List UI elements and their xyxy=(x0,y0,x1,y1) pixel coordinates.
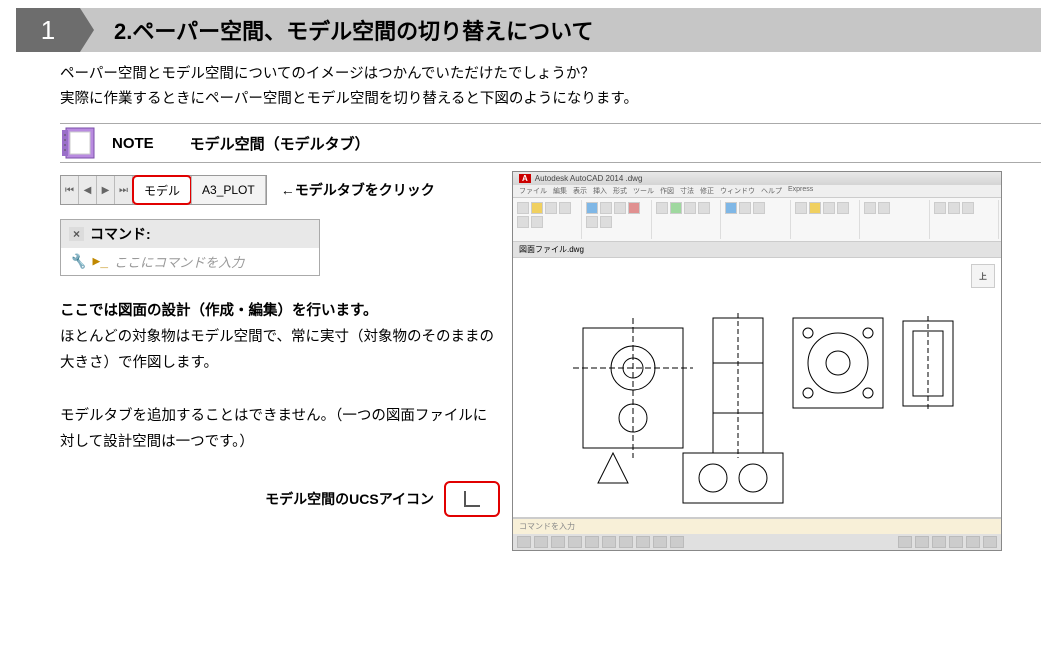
body-p1: ほとんどの対象物はモデル空間で、常に実寸（対象物のそのままの大きさ）で作図します… xyxy=(60,324,500,376)
body-text: ここでは図面の設計（作成・編集）を行います。 ほとんどの対象物はモデル空間で、常… xyxy=(60,298,500,455)
note-bar: NOTE モデル空間（モデルタブ） xyxy=(60,123,1041,163)
section-header: 1 2.ペーパー空間、モデル空間の切り替えについて xyxy=(16,8,1041,52)
ucs-label: モデル空間のUCSアイコン xyxy=(265,489,434,509)
menu-item[interactable]: Express xyxy=(788,186,813,196)
menu-item[interactable]: 修正 xyxy=(700,186,714,196)
tab-nav-first-icon[interactable]: ⏮ xyxy=(61,176,79,204)
command-input[interactable]: ここにコマンドを入力 xyxy=(114,252,244,271)
intro-paragraph: ペーパー空間とモデル空間についてのイメージはつかんでいただけたでしょうか？ 実際… xyxy=(60,62,997,111)
viewcube[interactable]: 上 xyxy=(971,264,995,288)
menu-item[interactable]: 寸法 xyxy=(680,186,694,196)
autocad-window: A Autodesk AutoCAD 2014 .dwg ファイル 編集 表示 … xyxy=(512,171,1002,551)
command-line-panel: × コマンド: 🔧 ▶_ ここにコマンドを入力 xyxy=(60,219,320,276)
menu-item[interactable]: ファイル xyxy=(519,186,547,196)
cad-command-line[interactable]: コマンドを入力 xyxy=(513,518,1001,534)
drawing-part xyxy=(898,316,958,411)
note-text: モデル空間（モデルタブ） xyxy=(190,133,370,154)
cad-titlebar: A Autodesk AutoCAD 2014 .dwg xyxy=(513,172,1001,185)
tab-nav-next-icon[interactable]: ▶ xyxy=(97,176,115,204)
body-p2: モデルタブを追加することはできません。（一つの図面ファイルに対して設計空間は一つ… xyxy=(60,403,500,455)
tab-model-label: モデル xyxy=(144,182,180,199)
cad-title-text: Autodesk AutoCAD 2014 .dwg xyxy=(535,174,643,183)
tab-layout-label: A3_PLOT xyxy=(202,183,255,197)
section-title: 2.ペーパー空間、モデル空間の切り替えについて xyxy=(80,8,1041,52)
menu-item[interactable]: ヘルプ xyxy=(761,186,782,196)
menu-item[interactable]: ツール xyxy=(633,186,654,196)
intro-line-2: 実際に作業するときにペーパー空間とモデル空間を切り替えると下図のようになります。 xyxy=(60,87,997,112)
drawing-part xyxy=(788,313,888,413)
wrench-icon[interactable]: 🔧 xyxy=(69,253,86,270)
menu-item[interactable]: 形式 xyxy=(613,186,627,196)
drawing-part xyxy=(593,448,633,488)
prompt-icon: ▶_ xyxy=(92,254,108,269)
menu-item[interactable]: ウィンドウ xyxy=(720,186,755,196)
menu-item[interactable]: 作図 xyxy=(660,186,674,196)
cad-status-bar xyxy=(513,534,1001,550)
tab-caption: ←モデルタブをクリック xyxy=(281,180,435,200)
body-title: ここでは図面の設計（作成・編集）を行います。 xyxy=(60,298,500,324)
ucs-icon xyxy=(460,487,484,511)
tab-model[interactable]: モデル xyxy=(133,176,191,204)
tab-nav-prev-icon[interactable]: ◀ xyxy=(79,176,97,204)
notebook-icon xyxy=(60,126,96,160)
layout-tab-strip: ⏮ ◀ ▶ ⏭ モデル A3_PLOT xyxy=(60,175,267,205)
intro-line-1: ペーパー空間とモデル空間についてのイメージはつかんでいただけたでしょうか？ xyxy=(60,62,997,87)
app-logo-icon: A xyxy=(519,174,531,183)
section-number: 1 xyxy=(16,8,80,52)
close-icon[interactable]: × xyxy=(69,227,84,241)
command-label: コマンド: xyxy=(90,224,151,244)
ucs-icon-highlight xyxy=(444,481,500,517)
note-label: NOTE xyxy=(112,135,154,152)
cad-menu-bar: ファイル 編集 表示 挿入 形式 ツール 作図 寸法 修正 ウィンドウ ヘルプ … xyxy=(513,185,1001,198)
drawing-part xyxy=(678,448,788,508)
cad-canvas[interactable]: 上 xyxy=(513,258,1001,518)
tab-nav-last-icon[interactable]: ⏭ xyxy=(115,176,133,204)
drawing-part xyxy=(708,313,768,458)
menu-item[interactable]: 編集 xyxy=(553,186,567,196)
cad-ribbon xyxy=(513,198,1001,242)
menu-item[interactable]: 挿入 xyxy=(593,186,607,196)
menu-item[interactable]: 表示 xyxy=(573,186,587,196)
tab-layout[interactable]: A3_PLOT xyxy=(191,176,266,204)
drawing-part xyxy=(573,318,693,458)
cad-doc-tab[interactable]: 図面ファイル.dwg xyxy=(513,242,1001,258)
